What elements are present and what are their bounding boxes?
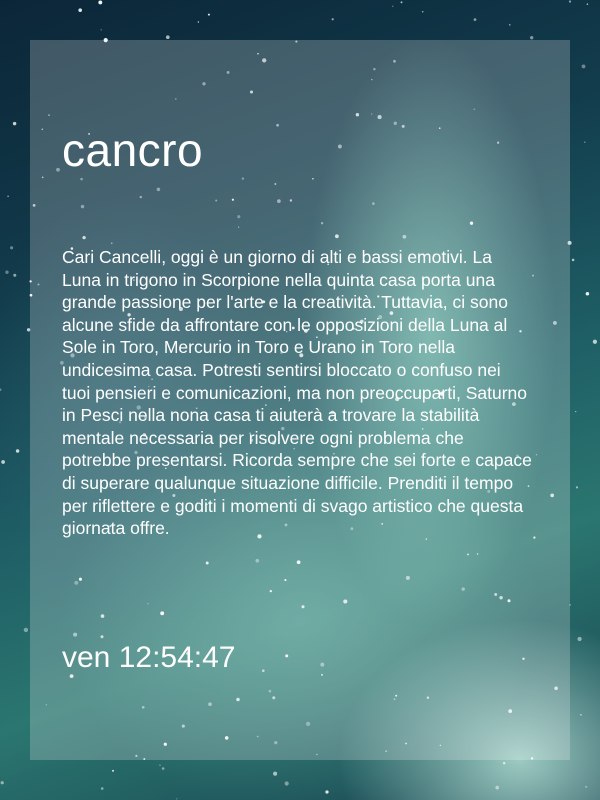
star: [207, 13, 210, 16]
star: [100, 787, 104, 790]
screen: cancro Cari Cancelli, oggi è un giorno d…: [0, 0, 600, 800]
horoscope-card: cancro Cari Cancelli, oggi è un giorno d…: [30, 40, 570, 760]
star: [15, 449, 20, 453]
star: [7, 195, 9, 198]
star: [586, 3, 589, 5]
star: [579, 713, 582, 716]
star: [165, 35, 170, 40]
star: [421, 10, 424, 13]
star: [400, 1, 403, 4]
star: [585, 785, 588, 788]
star: [568, 0, 572, 3]
star: [577, 636, 582, 642]
star: [581, 64, 586, 69]
star: [495, 785, 500, 790]
star: [13, 273, 17, 277]
star: [176, 798, 178, 800]
star: [98, 0, 103, 5]
day-time-clock: ven 12:54:47: [62, 641, 236, 674]
star: [571, 258, 575, 262]
star: [12, 121, 17, 126]
star: [592, 339, 598, 344]
star: [273, 771, 278, 776]
star: [78, 8, 82, 12]
star: [584, 141, 586, 143]
star: [331, 18, 334, 21]
star: [325, 790, 329, 794]
star: [1, 460, 5, 464]
star: [112, 769, 114, 772]
star: [161, 767, 165, 770]
star: [530, 36, 534, 40]
star: [575, 410, 577, 413]
horoscope-text: Cari Cancelli, oggi è un giorno di alti …: [62, 247, 532, 539]
star: [197, 21, 200, 23]
star: [284, 781, 289, 786]
star: [473, 18, 477, 21]
star: [5, 270, 9, 274]
star: [0, 781, 4, 785]
star: [23, 627, 29, 633]
star: [502, 761, 506, 765]
star: [392, 5, 394, 7]
zodiac-sign-title: cancro: [62, 124, 204, 176]
star: [159, 764, 161, 766]
star: [10, 246, 14, 250]
star: [100, 29, 102, 31]
star: [585, 292, 590, 296]
star: [575, 486, 579, 489]
star: [509, 24, 511, 26]
star: [0, 388, 2, 392]
